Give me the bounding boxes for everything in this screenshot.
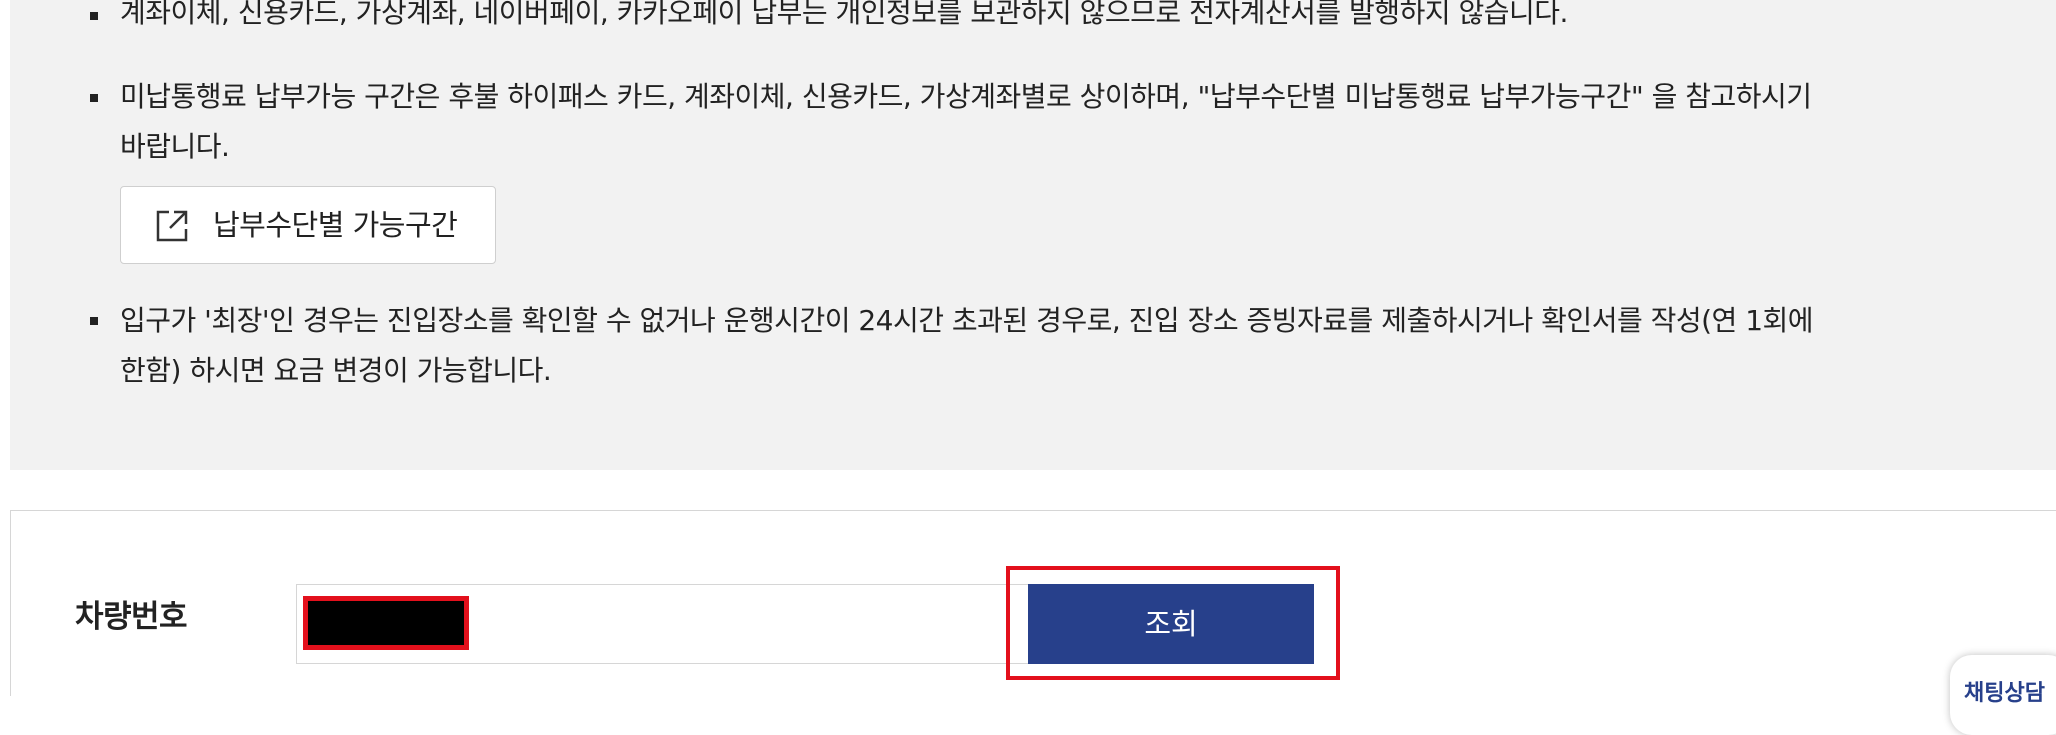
vehicle-number-label: 차량번호	[75, 599, 188, 635]
notice-text-2: 미납통행료 납부가능 구간은 후불 하이패스 카드, 계좌이체, 신용카드, 가…	[120, 72, 2050, 172]
notice-bullet	[90, 12, 98, 20]
notice-text-1: 계좌이체, 신용카드, 가상계좌, 네이버페이, 카카오페이 납부는 개인정보를…	[120, 0, 2050, 38]
notice-line: 계좌이체, 신용카드, 가상계좌, 네이버페이, 카카오페이 납부는 개인정보를…	[120, 0, 1568, 29]
link-button-label: 납부수단별 가능구간	[213, 208, 458, 242]
vehicle-number-input[interactable]	[296, 584, 1041, 664]
chat-consult-label: 채팅상담	[1964, 681, 2045, 706]
chat-consult-widget[interactable]: 채팅상담	[1950, 655, 2056, 735]
payment-method-section-link-button[interactable]: 납부수단별 가능구간	[120, 186, 496, 264]
search-button-highlight: 조회	[1006, 566, 1340, 680]
external-link-icon	[156, 210, 188, 242]
vehicle-search-form: 차량번호 조회	[10, 510, 2056, 696]
notice-box: 계좌이체, 신용카드, 가상계좌, 네이버페이, 카카오페이 납부는 개인정보를…	[10, 0, 2056, 470]
notice-bullet	[90, 94, 98, 102]
notice-bullet	[90, 317, 98, 325]
search-button[interactable]: 조회	[1028, 584, 1314, 664]
notice-text-3: 입구가 '최장'인 경우는 진입장소를 확인할 수 없거나 운행시간이 24시간…	[120, 296, 2050, 396]
notice-line: 바랍니다.	[120, 130, 230, 163]
redacted-vehicle-number	[303, 596, 469, 650]
notice-line: 한함) 하시면 요금 변경이 가능합니다.	[120, 354, 552, 387]
notice-line: 미납통행료 납부가능 구간은 후불 하이패스 카드, 계좌이체, 신용카드, 가…	[120, 80, 1812, 113]
notice-line: 입구가 '최장'인 경우는 진입장소를 확인할 수 없거나 운행시간이 24시간…	[120, 304, 1814, 337]
